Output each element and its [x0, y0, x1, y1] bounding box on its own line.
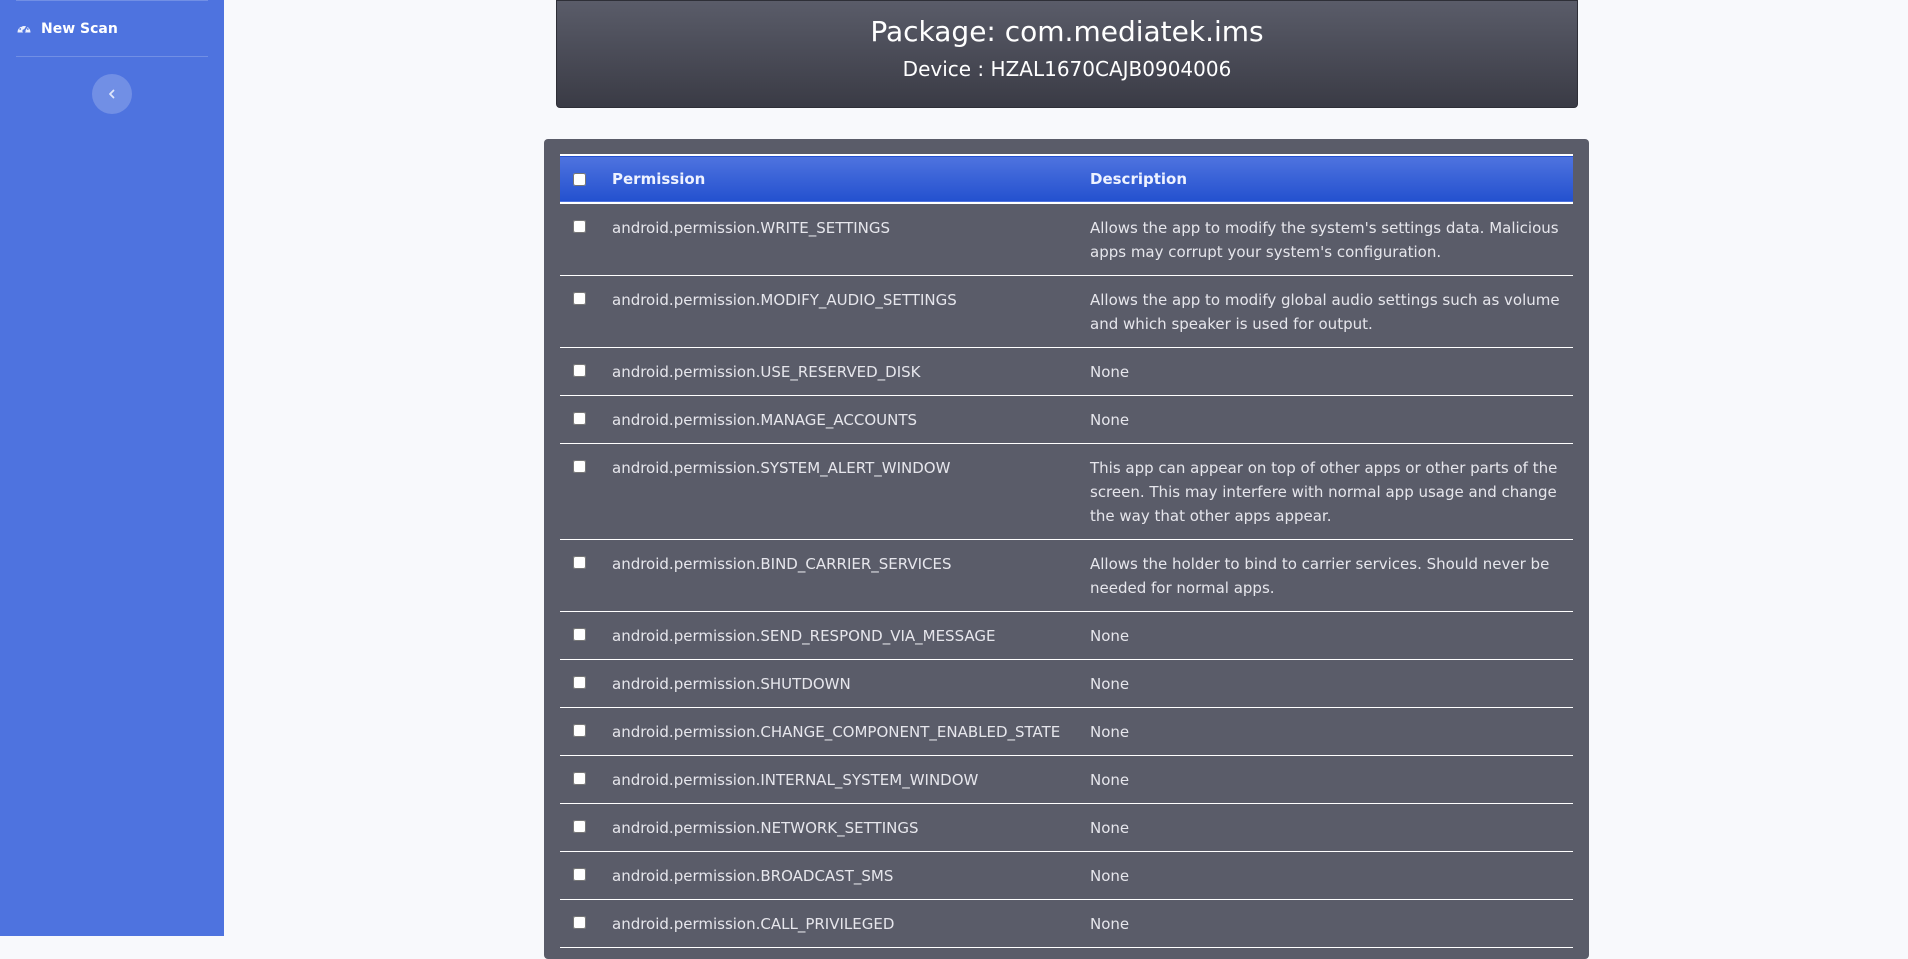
permission-description: Allows the app to modify the system's se…	[1090, 203, 1573, 276]
row-select-checkbox[interactable]	[573, 916, 586, 929]
table-row: android.permission.BIND_CARRIER_SERVICES…	[560, 539, 1573, 612]
permission-description: None	[1090, 707, 1573, 756]
row-checkbox-cell	[560, 707, 612, 756]
device-id: Device : HZAL1670CAJB0904006	[902, 57, 1232, 81]
permissions-table: Permission Description android.permissio…	[560, 154, 1573, 948]
table-body: android.permission.WRITE_SETTINGS Allows …	[560, 203, 1573, 948]
table-row: android.permission.CHANGE_COMPONENT_ENAB…	[560, 707, 1573, 756]
permission-description: None	[1090, 347, 1573, 396]
row-select-checkbox[interactable]	[573, 460, 586, 473]
row-select-checkbox[interactable]	[573, 556, 586, 569]
permission-description: This app can appear on top of other apps…	[1090, 443, 1573, 540]
row-checkbox-cell	[560, 851, 612, 900]
row-checkbox-cell	[560, 395, 612, 444]
row-checkbox-cell	[560, 203, 612, 276]
select-all-checkbox[interactable]	[573, 172, 586, 186]
permission-description: None	[1090, 395, 1573, 444]
permission-name: android.permission.INTERNAL_SYSTEM_WINDO…	[612, 755, 1090, 804]
column-header-permission: Permission	[612, 170, 706, 188]
row-checkbox-cell	[560, 803, 612, 852]
permission-name: android.permission.CALL_PRIVILEGED	[612, 899, 1090, 948]
row-checkbox-cell	[560, 539, 612, 612]
permission-name: android.permission.SHUTDOWN	[612, 659, 1090, 708]
row-select-checkbox[interactable]	[573, 220, 586, 233]
permission-name: android.permission.CHANGE_COMPONENT_ENAB…	[612, 707, 1090, 756]
permission-description: None	[1090, 899, 1573, 948]
table-row: android.permission.MODIFY_AUDIO_SETTINGS…	[560, 275, 1573, 348]
table-row: android.permission.INTERNAL_SYSTEM_WINDO…	[560, 755, 1573, 804]
row-checkbox-cell	[560, 443, 612, 540]
permission-name: android.permission.SEND_RESPOND_VIA_MESS…	[612, 611, 1090, 660]
permission-name: android.permission.BIND_CARRIER_SERVICES	[612, 539, 1090, 612]
permission-name: android.permission.BROADCAST_SMS	[612, 851, 1090, 900]
sidebar-toggle-button[interactable]	[92, 74, 132, 114]
table-header-row: Permission Description	[560, 155, 1573, 203]
permission-name: android.permission.WRITE_SETTINGS	[612, 203, 1090, 276]
permissions-card: Permission Description android.permissio…	[544, 139, 1589, 959]
permission-description: Allows the app to modify global audio se…	[1090, 275, 1573, 348]
sidebar: New Scan	[0, 0, 224, 936]
permission-description: None	[1090, 611, 1573, 660]
permission-name: android.permission.USE_RESERVED_DISK	[612, 347, 1090, 396]
row-select-checkbox[interactable]	[573, 772, 586, 785]
table-row: android.permission.USE_RESERVED_DISK None	[560, 347, 1573, 396]
permission-name: android.permission.MODIFY_AUDIO_SETTINGS	[612, 275, 1090, 348]
table-row: android.permission.SYSTEM_ALERT_WINDOW Th…	[560, 443, 1573, 540]
permission-description: None	[1090, 803, 1573, 852]
row-checkbox-cell	[560, 899, 612, 948]
row-select-checkbox[interactable]	[573, 628, 586, 641]
chevron-left-icon	[109, 89, 115, 99]
permission-description: None	[1090, 755, 1573, 804]
sidebar-top-divider	[16, 0, 208, 1]
row-checkbox-cell	[560, 659, 612, 708]
table-row: android.permission.BROADCAST_SMS None	[560, 851, 1573, 900]
sidebar-divider	[16, 56, 208, 57]
row-select-checkbox[interactable]	[573, 676, 586, 689]
table-row: android.permission.SEND_RESPOND_VIA_MESS…	[560, 611, 1573, 660]
row-checkbox-cell	[560, 275, 612, 348]
row-select-checkbox[interactable]	[573, 820, 586, 833]
sidebar-item-new-scan[interactable]: New Scan	[16, 18, 118, 40]
sidebar-item-label: New Scan	[41, 21, 118, 37]
row-select-checkbox[interactable]	[573, 364, 586, 377]
column-header-description: Description	[1090, 170, 1188, 188]
row-select-checkbox[interactable]	[573, 724, 586, 737]
row-checkbox-cell	[560, 755, 612, 804]
tachometer-icon	[16, 21, 32, 37]
row-select-checkbox[interactable]	[573, 292, 586, 305]
row-select-checkbox[interactable]	[573, 868, 586, 881]
row-select-checkbox[interactable]	[573, 412, 586, 425]
package-header-card: Package: com.mediatek.ims Device : HZAL1…	[556, 0, 1578, 108]
table-row: android.permission.CALL_PRIVILEGED None	[560, 899, 1573, 948]
permission-description: Allows the holder to bind to carrier ser…	[1090, 539, 1573, 612]
header-checkbox-cell	[560, 155, 612, 203]
permission-description: None	[1090, 659, 1573, 708]
permission-name: android.permission.SYSTEM_ALERT_WINDOW	[612, 443, 1090, 540]
table-row: android.permission.SHUTDOWN None	[560, 659, 1573, 708]
table-row: android.permission.WRITE_SETTINGS Allows …	[560, 203, 1573, 276]
table-row: android.permission.MANAGE_ACCOUNTS None	[560, 395, 1573, 444]
package-title: Package: com.mediatek.ims	[870, 15, 1264, 48]
permission-description: None	[1090, 851, 1573, 900]
table-row: android.permission.NETWORK_SETTINGS None	[560, 803, 1573, 852]
row-checkbox-cell	[560, 611, 612, 660]
permission-name: android.permission.NETWORK_SETTINGS	[612, 803, 1090, 852]
row-checkbox-cell	[560, 347, 612, 396]
permission-name: android.permission.MANAGE_ACCOUNTS	[612, 395, 1090, 444]
